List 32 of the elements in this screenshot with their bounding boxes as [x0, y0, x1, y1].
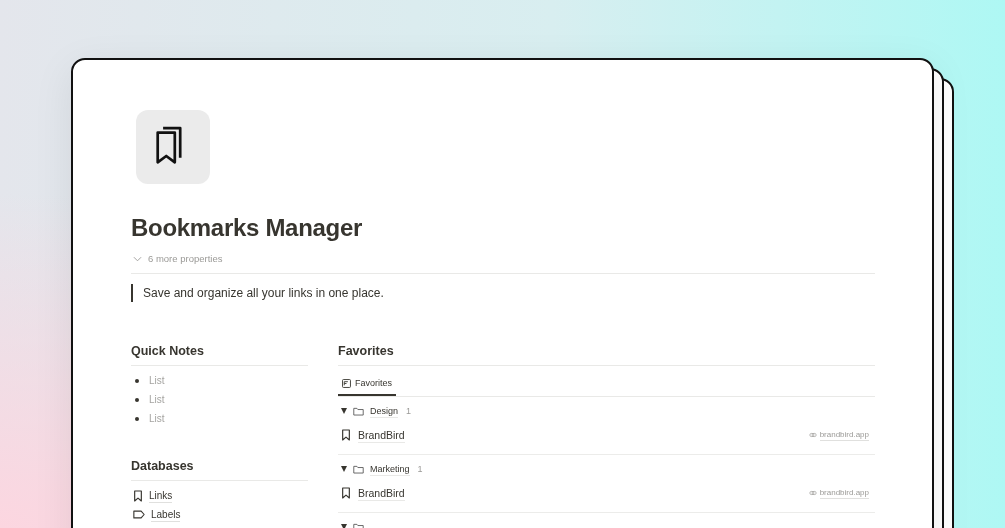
database-link[interactable]: Links	[149, 488, 173, 503]
group-count: 1	[417, 464, 423, 474]
page-icon	[136, 110, 210, 184]
section-heading: Quick Notes	[131, 342, 308, 366]
bookmark-title[interactable]: BrandBird	[358, 485, 405, 501]
section-heading: Databases	[131, 457, 308, 481]
list-item: List	[149, 374, 165, 388]
label-icon	[133, 510, 145, 519]
bullet-icon	[135, 397, 139, 402]
link-icon	[808, 432, 817, 438]
group-name: Marketing	[370, 462, 410, 476]
document-icon	[342, 378, 351, 388]
view-tab[interactable]: Favorites	[338, 372, 396, 396]
database-link[interactable]: Labels	[151, 507, 181, 522]
list-item: List	[149, 412, 165, 426]
folder-icon	[353, 406, 364, 416]
bookmark-icon	[133, 489, 143, 502]
bookmark-icon	[341, 429, 351, 441]
folder-icon	[353, 464, 364, 474]
bookmark-title[interactable]: BrandBird	[358, 427, 405, 443]
group-count: 1	[406, 406, 412, 416]
page-title: Bookmarks Manager	[131, 213, 363, 243]
toggle-triangle-icon[interactable]	[341, 408, 347, 414]
quote-text: Save and organize all your links in one place.	[131, 284, 875, 302]
toggle-triangle-icon[interactable]	[341, 466, 347, 472]
group-name: Design	[370, 404, 398, 418]
link-icon	[808, 490, 817, 496]
list-item: List	[149, 393, 165, 407]
bookmark-icon	[341, 487, 351, 499]
bullet-icon	[135, 416, 139, 421]
section-heading: Favorites	[338, 342, 875, 366]
bullet-icon	[135, 378, 139, 383]
